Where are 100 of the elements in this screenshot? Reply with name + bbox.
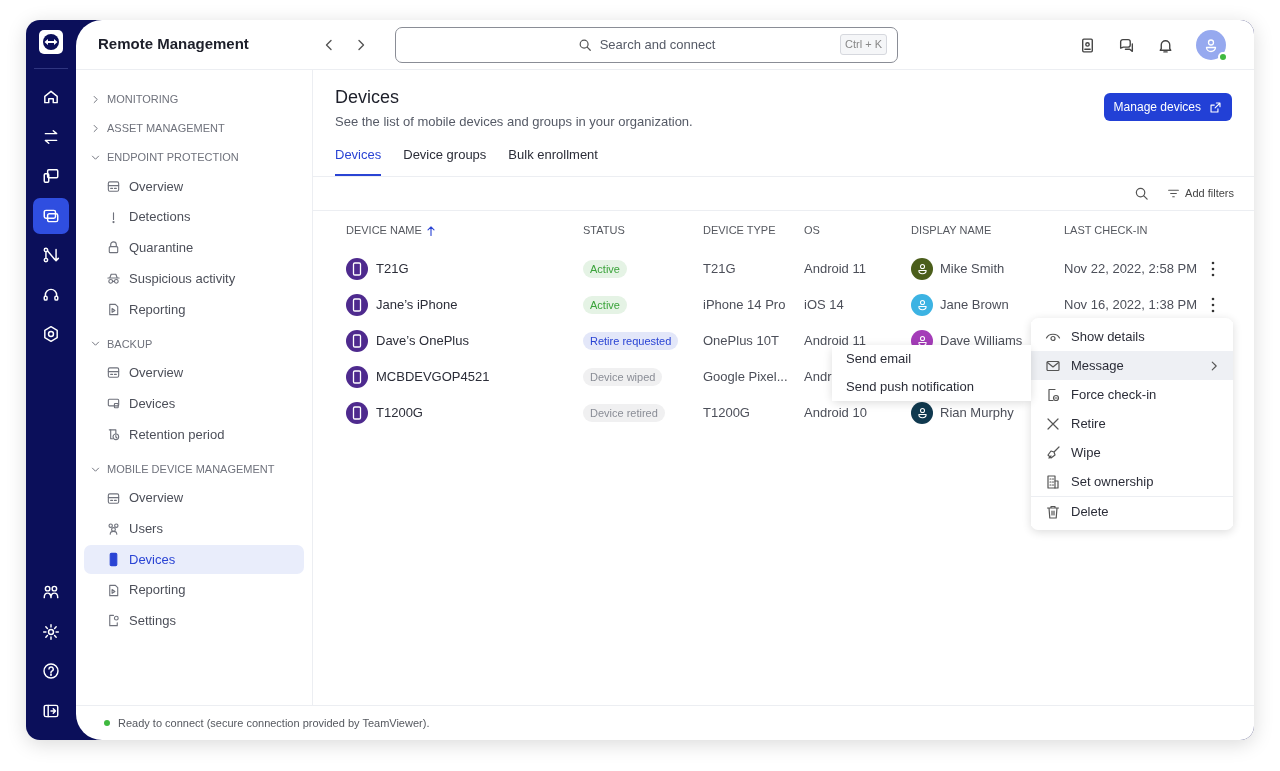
section-header[interactable]: BACKUP bbox=[84, 329, 304, 359]
arrows-icon bbox=[42, 127, 60, 146]
menu-item[interactable]: Set ownership bbox=[1031, 467, 1233, 496]
sidebar-item[interactable]: Overview bbox=[84, 358, 304, 388]
sidebar-item[interactable]: Retention period bbox=[84, 419, 304, 449]
chevron-icon bbox=[90, 94, 101, 105]
table-cell-text: Rian Murphy bbox=[940, 403, 1014, 422]
device-gear-icon bbox=[106, 613, 121, 629]
external-link-icon bbox=[1209, 100, 1222, 114]
spy-icon bbox=[106, 271, 121, 287]
person-icon bbox=[915, 406, 929, 420]
contact-icon[interactable] bbox=[1079, 36, 1096, 54]
chevron-icon bbox=[90, 152, 101, 163]
phone-icon bbox=[346, 401, 368, 424]
section-header[interactable]: ASSET MANAGEMENT bbox=[84, 114, 304, 143]
table-cell: iOS 14 bbox=[804, 296, 844, 312]
sidebar-item[interactable]: Overview bbox=[84, 172, 304, 201]
status-badge: Device wiped bbox=[583, 367, 663, 386]
lock-icon bbox=[106, 240, 121, 256]
manage-devices-button[interactable]: Manage devices bbox=[1103, 93, 1232, 121]
column-header: OS bbox=[804, 223, 821, 239]
phone-icon bbox=[346, 293, 368, 316]
menu-item[interactable]: Wipe bbox=[1031, 438, 1233, 467]
timer-icon bbox=[106, 426, 121, 442]
report-icon bbox=[106, 582, 121, 598]
home-icon bbox=[42, 88, 60, 106]
dashboard-icon bbox=[106, 490, 121, 506]
table-cell: OnePlus 10T bbox=[703, 332, 779, 348]
device-name[interactable]: Jane’s iPhone bbox=[376, 294, 458, 315]
section-header[interactable]: MOBILE DEVICE MANAGEMENT bbox=[84, 454, 304, 484]
person-icon bbox=[915, 298, 929, 312]
search-placeholder: Search and connect bbox=[599, 35, 716, 54]
section-header[interactable]: ENDPOINT PROTECTION bbox=[84, 143, 304, 172]
tab[interactable]: Devices bbox=[335, 141, 382, 176]
sidebar-item[interactable]: Quarantine bbox=[84, 233, 304, 263]
people-icon bbox=[42, 583, 60, 601]
tab[interactable]: Device groups bbox=[403, 141, 487, 176]
shortcut-hint: Ctrl + K bbox=[840, 34, 887, 55]
menu-item[interactable]: Show details bbox=[1031, 322, 1233, 351]
menu-item[interactable]: Delete bbox=[1031, 497, 1233, 526]
more-button[interactable] bbox=[1209, 259, 1217, 278]
person-icon bbox=[915, 334, 929, 348]
table-cell: iPhone 14 Pro bbox=[703, 296, 786, 312]
search-field[interactable]: Search and connect Ctrl + K bbox=[395, 26, 898, 63]
search-button[interactable] bbox=[1134, 185, 1150, 201]
sidebar-item[interactable]: Devices bbox=[84, 544, 304, 574]
users-icon bbox=[106, 521, 121, 537]
trash-icon bbox=[1045, 503, 1061, 520]
settings-icon bbox=[42, 622, 60, 641]
phone-icon bbox=[346, 329, 368, 352]
table-cell: Android 11 bbox=[804, 332, 866, 348]
column-header: STATUS bbox=[583, 223, 626, 239]
column-header: DEVICE TYPE bbox=[703, 223, 777, 239]
sidebar-item[interactable]: Users bbox=[84, 514, 304, 544]
device-name[interactable]: Dave’s OnePlus bbox=[376, 330, 469, 351]
rail-button[interactable] bbox=[33, 197, 69, 234]
phone-icon bbox=[346, 365, 368, 388]
chevron-icon bbox=[90, 123, 101, 134]
status-text: Ready to connect (secure connection provided by TeamViewer). bbox=[118, 715, 430, 731]
column-header[interactable]: DEVICE NAME bbox=[346, 222, 583, 239]
status-badge: Device retired bbox=[583, 403, 665, 422]
sidebar-item[interactable]: Reporting bbox=[84, 294, 304, 324]
table-cell: Android 10 bbox=[804, 404, 867, 420]
device-name[interactable]: T21G bbox=[376, 258, 409, 279]
table-cell-text: Mike Smith bbox=[940, 259, 1005, 278]
device-name[interactable]: T1200G bbox=[376, 402, 423, 423]
table-cell: Nov 22, 2022, 2:58 PM bbox=[1064, 260, 1197, 276]
menu-item[interactable]: Message bbox=[1031, 351, 1233, 380]
search-icon bbox=[1134, 185, 1150, 201]
sidebar-item[interactable]: Overview bbox=[84, 483, 304, 513]
section-header[interactable]: MONITORING bbox=[84, 85, 304, 114]
dashboard-icon bbox=[106, 365, 121, 381]
column-header: DISPLAY NAME bbox=[911, 223, 993, 239]
menu-item[interactable]: Force check-in bbox=[1031, 380, 1233, 409]
sidebar-item[interactable]: Settings bbox=[84, 606, 304, 636]
table-cell: Android 11 bbox=[804, 260, 866, 276]
phone-icon bbox=[346, 257, 368, 280]
report-icon bbox=[106, 301, 121, 317]
app-title: Remote Management bbox=[97, 34, 250, 55]
device-name[interactable]: MCBDEVGOP4521 bbox=[376, 366, 490, 387]
more-button[interactable] bbox=[1209, 295, 1217, 314]
menu-item[interactable]: Send push notification bbox=[832, 373, 1031, 401]
add-filters-button[interactable]: Add filters bbox=[1167, 184, 1234, 202]
sidebar-item[interactable]: Devices bbox=[84, 389, 304, 419]
search-icon bbox=[577, 37, 592, 52]
menu-item[interactable]: Retire bbox=[1031, 409, 1233, 438]
tab[interactable]: Bulk enrollment bbox=[508, 141, 598, 176]
table-cell: Nov 16, 2022, 1:38 PM bbox=[1064, 296, 1197, 312]
chat-icon[interactable] bbox=[1118, 36, 1135, 54]
sidebar-item[interactable]: Reporting bbox=[84, 575, 304, 605]
dashboard-icon bbox=[106, 179, 121, 194]
building-icon bbox=[1045, 473, 1061, 490]
status-badge: Retire requested bbox=[583, 331, 679, 350]
sidebar-item[interactable]: Detections bbox=[84, 202, 304, 232]
sidebar-item[interactable]: Suspicious activity bbox=[84, 264, 304, 294]
person-icon bbox=[915, 262, 929, 276]
hexagon-icon bbox=[42, 325, 60, 343]
page-subtitle: See the list of mobile devices and groups in your organization. bbox=[335, 112, 693, 131]
menu-item[interactable]: Send email bbox=[832, 345, 1031, 373]
page-title: Devices bbox=[335, 87, 401, 109]
